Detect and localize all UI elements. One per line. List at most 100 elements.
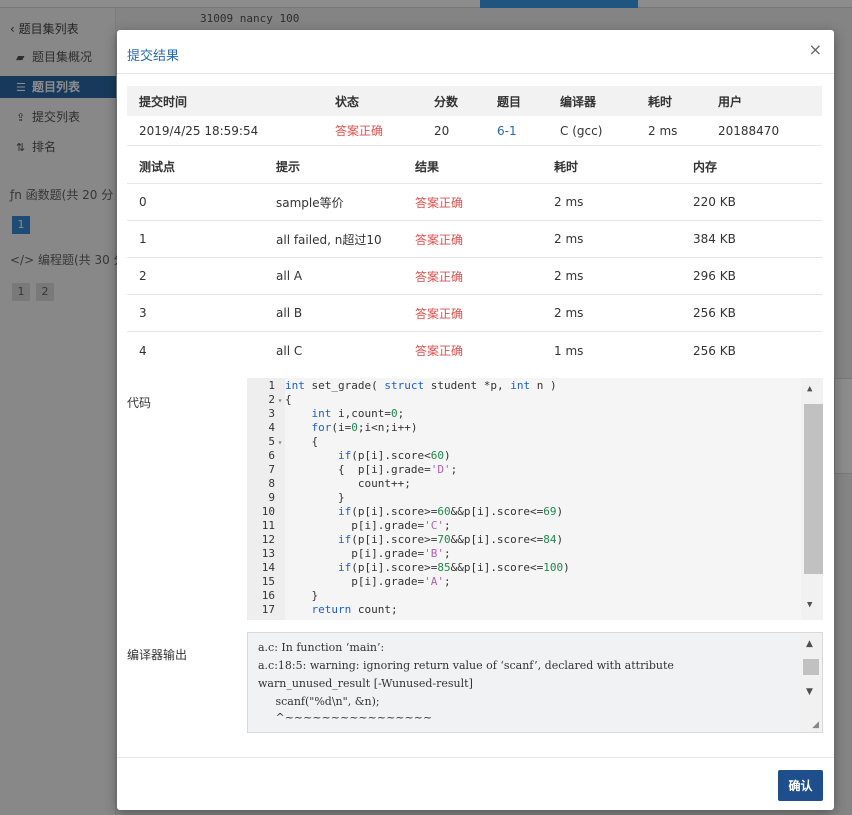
code-line: 12 if(p[i].score>=70&&p[i].score<=84) xyxy=(247,533,570,547)
fold-gap xyxy=(275,604,285,618)
compiler-output-line: a.c: In function ‘main’: xyxy=(258,641,385,654)
test-time: 2 ms xyxy=(554,195,584,209)
scroll-up-icon[interactable]: ▲ xyxy=(807,384,812,394)
close-icon[interactable]: × xyxy=(809,42,822,58)
test-hint: all failed, n超过10 xyxy=(276,232,382,247)
fold-arrow-icon[interactable]: ▾ xyxy=(275,436,285,450)
test-time: 2 ms xyxy=(554,269,584,283)
test-time: 2 ms xyxy=(554,232,584,246)
line-number: 16 xyxy=(261,589,275,602)
test-hint: all C xyxy=(276,343,303,358)
user-value: 20188470 xyxy=(718,123,780,138)
dialog-title: 提交结果 xyxy=(127,49,180,64)
scroll-down-icon[interactable]: ▼ xyxy=(806,687,813,697)
code-line: 16 } xyxy=(247,589,570,603)
code-viewer[interactable]: 1 int set_grade( struct student *p, int … xyxy=(247,378,823,620)
code-line: 1 int set_grade( struct student *p, int … xyxy=(247,379,570,393)
test-result: 答案正确 xyxy=(415,306,464,321)
fold-gap xyxy=(275,380,285,394)
submission-result-dialog: 提交结果 × 提交时间 状态 分数 题目 编译器 耗时 用户 2019/4/25… xyxy=(117,30,834,810)
fold-gap xyxy=(275,408,285,422)
test-memory: 256 KB xyxy=(693,343,736,358)
code-text: count++; xyxy=(285,477,411,490)
test-point: 3 xyxy=(139,306,147,320)
submission-summary-table: 提交时间 状态 分数 题目 编译器 耗时 用户 2019/4/25 18:59:… xyxy=(127,86,822,146)
test-result: 答案正确 xyxy=(415,269,464,284)
code-text: } xyxy=(285,491,345,504)
code-text: if(p[i].score<60) xyxy=(337,449,451,462)
code-line: 9 } xyxy=(247,491,570,505)
compiler-output-label: 编译器输出 xyxy=(127,648,188,662)
header-status: 状态 xyxy=(335,94,360,109)
header-user: 用户 xyxy=(718,94,743,109)
header-compiler: 编译器 xyxy=(560,94,597,109)
scrollbar-thumb[interactable] xyxy=(803,659,819,675)
scrollbar-thumb[interactable] xyxy=(804,404,823,574)
code-text: { xyxy=(285,393,292,406)
fold-arrow-icon[interactable]: ▾ xyxy=(275,394,285,408)
table-row: 2 all A 答案正确 2 ms 296 KB xyxy=(127,258,822,295)
table-row: 3 all B 答案正确 2 ms 256 KB xyxy=(127,295,822,332)
table-row: 4 all C 答案正确 1 ms 256 KB xyxy=(127,332,822,369)
compiler-output-line: warn_unused_result [-Wunused-result] xyxy=(258,677,473,690)
header-time: 耗时 xyxy=(554,160,579,174)
line-number: 9 xyxy=(268,491,275,504)
score-value: 20 xyxy=(434,123,450,138)
code-text: } xyxy=(285,589,319,602)
fold-gap xyxy=(275,450,285,464)
code-line: 4 for(i=0;i<n;i++) xyxy=(247,421,570,435)
test-result: 答案正确 xyxy=(415,232,464,247)
code-text: { p[i].grade='D'; xyxy=(285,463,458,476)
line-number: 13 xyxy=(261,547,275,560)
compiler-output-line: a.c:18:5: warning: ignoring return value… xyxy=(258,659,674,672)
test-hint: all A xyxy=(276,269,303,283)
line-number: 8 xyxy=(268,477,275,490)
compiler-output-scrollbar[interactable]: ▲ ▼ xyxy=(800,633,822,732)
header-score: 分数 xyxy=(434,94,459,109)
code-scrollbar[interactable]: ▲ ▼ xyxy=(801,378,823,620)
compiler-output-textarea[interactable]: a.c: In function ‘main’: a.c:18:5: warni… xyxy=(247,632,823,733)
header-problem: 题目 xyxy=(497,94,522,109)
test-hint: all B xyxy=(276,306,303,320)
scroll-down-icon[interactable]: ▼ xyxy=(807,600,812,610)
line-number: 10 xyxy=(261,505,275,518)
fold-gap xyxy=(275,520,285,534)
code-line: 14 if(p[i].score>=85&&p[i].score<=100) xyxy=(247,561,570,575)
test-hint: sample等价 xyxy=(276,195,344,210)
code-text: if(p[i].score>=70&&p[i].score<=84) xyxy=(337,533,564,546)
confirm-button[interactable]: 确认 xyxy=(778,770,823,801)
code-line: 8 count++; xyxy=(247,477,570,491)
code-line: 17 return count; xyxy=(247,603,570,617)
code-line: 6 if(p[i].score<60) xyxy=(247,449,570,463)
resize-handle-icon[interactable]: ◢ xyxy=(812,720,819,730)
header-time-cost: 耗时 xyxy=(648,94,673,109)
compiler-output-line: scanf("%d\n", &n); xyxy=(258,695,380,708)
line-number: 6 xyxy=(268,449,275,462)
test-time: 2 ms xyxy=(554,306,584,320)
test-header-row: 测试点 提示 结果 耗时 内存 xyxy=(127,150,822,184)
fold-gap xyxy=(275,590,285,604)
line-number: 14 xyxy=(261,561,275,574)
fold-gap xyxy=(275,534,285,548)
line-number: 3 xyxy=(268,407,275,420)
code-line: 10 if(p[i].score>=60&&p[i].score<=69) xyxy=(247,505,570,519)
fold-gap xyxy=(275,464,285,478)
header-result: 结果 xyxy=(415,160,440,174)
code-label: 代码 xyxy=(127,396,152,410)
code-line: 11 p[i].grade='C'; xyxy=(247,519,570,533)
fold-gap xyxy=(275,492,285,506)
test-point: 0 xyxy=(139,195,147,209)
code-text: if(p[i].score>=85&&p[i].score<=100) xyxy=(337,561,570,574)
line-number: 5 xyxy=(268,435,275,448)
code-line: 3 int i,count=0; xyxy=(247,407,570,421)
code-line: 2 ▾{ xyxy=(247,393,570,407)
test-memory: 256 KB xyxy=(693,306,736,320)
header-submit-time: 提交时间 xyxy=(139,94,188,109)
scroll-up-icon[interactable]: ▲ xyxy=(806,639,813,649)
fold-gap xyxy=(275,422,285,436)
code-line: 7 { p[i].grade='D'; xyxy=(247,463,570,477)
test-point: 1 xyxy=(139,232,147,246)
fold-gap xyxy=(275,576,285,590)
fold-gap xyxy=(275,548,285,562)
problem-link[interactable]: 6-1 xyxy=(485,124,548,138)
